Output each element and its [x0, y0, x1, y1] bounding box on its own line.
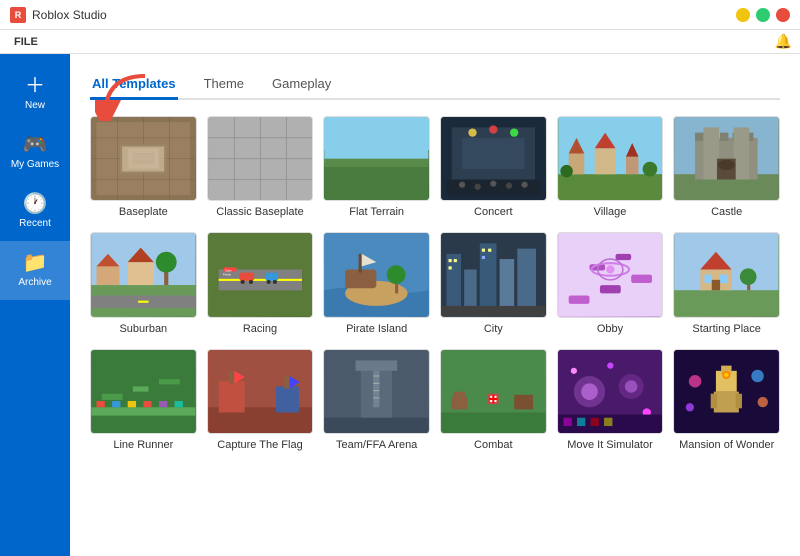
template-item-pirate-island[interactable]: Pirate Island: [323, 232, 430, 334]
template-thumb-suburban: [90, 232, 197, 317]
sidebar-item-archive[interactable]: 📁 Archive: [0, 241, 70, 300]
template-item-capture-flag[interactable]: Capture The Flag: [207, 349, 314, 451]
template-item-concert[interactable]: Concert: [440, 116, 547, 218]
template-item-village[interactable]: Village: [557, 116, 664, 218]
tab-all-templates[interactable]: All Templates: [90, 70, 178, 100]
title-bar: R Roblox Studio: [0, 0, 800, 30]
template-item-starting-place[interactable]: Starting Place: [673, 232, 780, 334]
template-item-mansion[interactable]: Mansion of Wonder: [673, 349, 780, 451]
template-item-obby[interactable]: Obby: [557, 232, 664, 334]
template-item-team-ffa[interactable]: Team/FFA Arena: [323, 349, 430, 451]
sidebar-item-recent[interactable]: 🕐 Recent: [0, 182, 70, 241]
template-thumb-castle: [673, 116, 780, 201]
app-icon: R: [10, 7, 26, 23]
template-thumb-city: [440, 232, 547, 317]
close-button[interactable]: [776, 8, 790, 22]
template-label-classic-baseplate: Classic Baseplate: [216, 206, 303, 218]
plus-icon: ＋: [25, 76, 45, 96]
template-label-baseplate: Baseplate: [119, 206, 168, 218]
template-item-flat-terrain[interactable]: Flat Terrain: [323, 116, 430, 218]
sidebar-archive-label: Archive: [18, 277, 51, 288]
my-games-icon: 🎮: [23, 135, 48, 155]
maximize-button[interactable]: [756, 8, 770, 22]
template-item-combat[interactable]: Combat: [440, 349, 547, 451]
template-thumb-racing: Start Finish: [207, 232, 314, 317]
template-label-mansion: Mansion of Wonder: [679, 439, 774, 451]
template-thumb-flat-terrain: [323, 116, 430, 201]
template-item-classic-baseplate[interactable]: Classic Baseplate: [207, 116, 314, 218]
sidebar-my-games-label: My Games: [11, 159, 59, 170]
template-label-suburban: Suburban: [119, 323, 167, 335]
template-label-line-runner: Line Runner: [113, 439, 173, 451]
template-label-pirate-island: Pirate Island: [346, 323, 407, 335]
template-thumb-mansion: [673, 349, 780, 434]
sidebar: ＋ New 🎮 My Games 🕐 Recent 📁 Archive: [0, 54, 70, 556]
archive-icon: 📁: [23, 253, 48, 273]
template-item-move-it[interactable]: Move It Simulator: [557, 349, 664, 451]
template-item-castle[interactable]: Castle: [673, 116, 780, 218]
template-label-city: City: [484, 323, 503, 335]
menu-bar: FILE 🔔: [0, 30, 800, 54]
tab-gameplay[interactable]: Gameplay: [270, 70, 333, 100]
templates-grid: Baseplate Classic Baseplate Flat Terrain: [90, 116, 780, 451]
template-thumb-combat: [440, 349, 547, 434]
template-item-suburban[interactable]: Suburban: [90, 232, 197, 334]
svg-text:Finish: Finish: [222, 273, 231, 277]
template-label-combat: Combat: [474, 439, 513, 451]
sidebar-item-new[interactable]: ＋ New: [0, 64, 70, 123]
template-label-village: Village: [594, 206, 627, 218]
notification-bell[interactable]: 🔔: [775, 33, 792, 50]
template-thumb-baseplate: [90, 116, 197, 201]
template-thumb-concert: [440, 116, 547, 201]
template-label-obby: Obby: [597, 323, 623, 335]
template-label-team-ffa: Team/FFA Arena: [336, 439, 417, 451]
template-thumb-classic-baseplate: [207, 116, 314, 201]
template-label-concert: Concert: [474, 206, 513, 218]
template-label-capture-flag: Capture The Flag: [217, 439, 302, 451]
sidebar-item-my-games[interactable]: 🎮 My Games: [0, 123, 70, 182]
template-tabs: All Templates Theme Gameplay: [90, 70, 780, 100]
window-controls: [736, 8, 790, 22]
template-thumb-obby: [557, 232, 664, 317]
main-layout: ＋ New 🎮 My Games 🕐 Recent 📁 Archive All …: [0, 54, 800, 556]
template-item-baseplate[interactable]: Baseplate: [90, 116, 197, 218]
template-label-starting-place: Starting Place: [692, 323, 760, 335]
template-thumb-starting-place: [673, 232, 780, 317]
template-item-racing[interactable]: Start Finish Racing: [207, 232, 314, 334]
template-thumb-move-it: [557, 349, 664, 434]
template-item-city[interactable]: City: [440, 232, 547, 334]
app-title: Roblox Studio: [32, 8, 107, 22]
sidebar-new-label: New: [25, 100, 45, 111]
template-label-castle: Castle: [711, 206, 742, 218]
template-label-flat-terrain: Flat Terrain: [349, 206, 404, 218]
template-thumb-village: [557, 116, 664, 201]
file-menu[interactable]: FILE: [8, 34, 44, 50]
minimize-button[interactable]: [736, 8, 750, 22]
template-label-racing: Racing: [243, 323, 277, 335]
template-thumb-capture-flag: [207, 349, 314, 434]
template-thumb-pirate-island: [323, 232, 430, 317]
recent-icon: 🕐: [23, 194, 48, 214]
sidebar-recent-label: Recent: [19, 218, 51, 229]
content-area: All Templates Theme Gameplay: [70, 54, 800, 556]
template-thumb-team-ffa: [323, 349, 430, 434]
template-item-line-runner[interactable]: Line Runner: [90, 349, 197, 451]
template-thumb-wrapper-baseplate: [90, 116, 197, 201]
template-thumb-line-runner: [90, 349, 197, 434]
template-label-move-it: Move It Simulator: [567, 439, 653, 451]
tab-theme[interactable]: Theme: [202, 70, 246, 100]
